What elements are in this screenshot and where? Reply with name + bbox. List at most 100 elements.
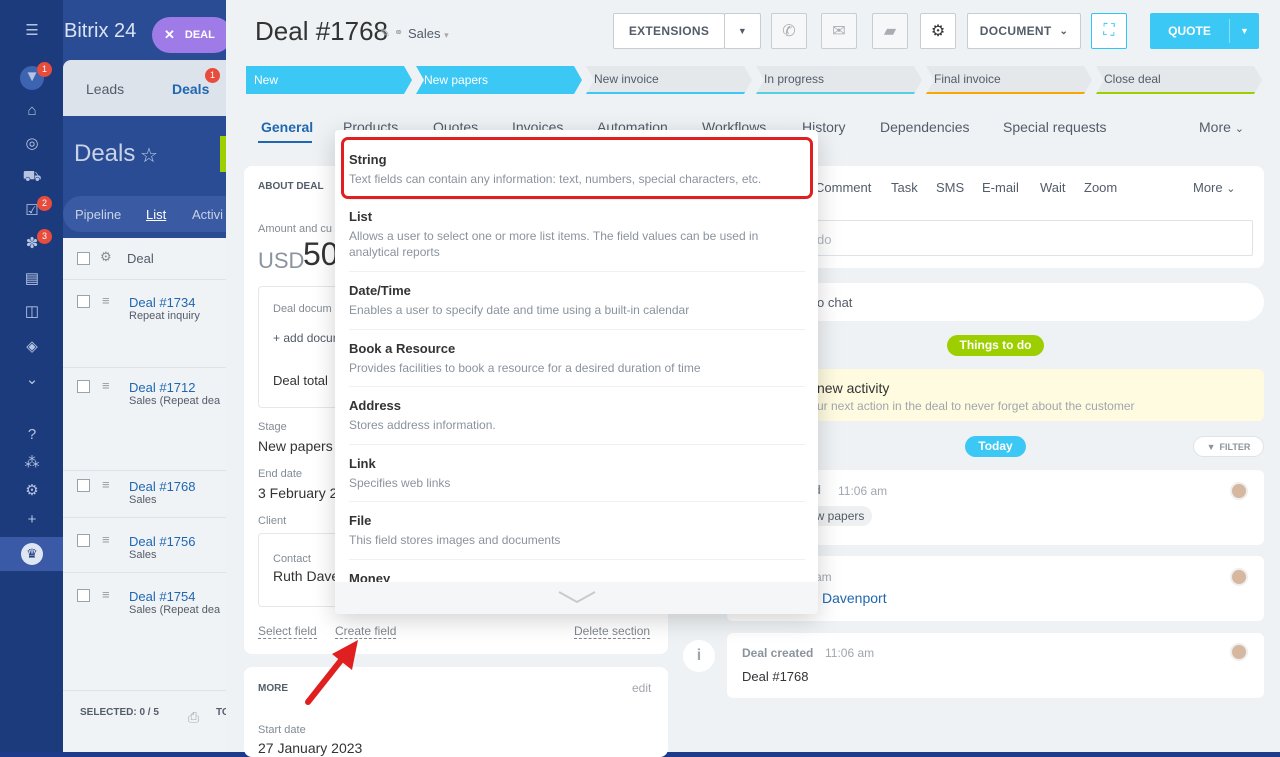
sitemap-icon[interactable]: ⁂ <box>21 452 43 474</box>
robot-icon[interactable]: ◫ <box>21 301 43 323</box>
contact-link[interactable]: Davenport <box>822 590 887 606</box>
settings-icon[interactable]: ⚙ <box>21 480 43 502</box>
action-task[interactable]: Task <box>891 180 918 195</box>
mail-icon[interactable]: ✉ <box>821 13 857 49</box>
table-row[interactable]: ≡ Deal #1756 Sales <box>63 527 228 573</box>
row-checkbox[interactable] <box>77 380 90 393</box>
settings-gear-icon[interactable]: ⚙ <box>920 13 956 49</box>
view-pipeline[interactable]: Pipeline <box>75 207 121 222</box>
scroll-down-area[interactable] <box>335 582 818 614</box>
row-checkbox[interactable] <box>77 295 90 308</box>
extensions-button[interactable]: EXTENSIONS <box>613 13 725 49</box>
pipeline-selector[interactable]: Sales ▾ <box>408 26 449 41</box>
crown-row[interactable]: ♛ <box>0 537 63 571</box>
field-type-file[interactable]: File This field stores images and docume… <box>349 513 805 548</box>
deal-link[interactable]: Deal #1734 <box>129 295 196 310</box>
drag-handle-icon[interactable]: ≡ <box>102 587 110 602</box>
deal-link[interactable]: Deal #1712 <box>129 380 196 395</box>
field-type-desc: This field stores images and documents <box>349 533 561 547</box>
table-row[interactable]: ≡ Deal #1712 Sales (Repeat dea <box>63 373 228 471</box>
stage-in-progress[interactable]: In progress <box>756 66 922 94</box>
target-icon[interactable]: ◎ <box>21 133 43 155</box>
row-checkbox[interactable] <box>77 479 90 492</box>
bank-icon[interactable]: ⌂ <box>21 100 43 122</box>
stage-new-papers[interactable]: New papers <box>416 66 582 94</box>
select-all-checkbox[interactable] <box>77 252 90 265</box>
action-zoom[interactable]: Zoom <box>1084 180 1117 195</box>
field-type-link[interactable]: Link Specifies web links <box>349 456 805 491</box>
avatar[interactable] <box>1230 568 1248 586</box>
box-icon[interactable]: ◈ <box>21 336 43 358</box>
cart-icon[interactable]: ⛟ <box>21 166 43 188</box>
stage-value[interactable]: New papers <box>258 438 333 454</box>
stage-new-invoice[interactable]: New invoice <box>586 66 752 94</box>
action-sms[interactable]: SMS <box>936 180 964 195</box>
tab-dependencies[interactable]: Dependencies <box>880 119 970 135</box>
notification-badge: 2 <box>37 196 52 211</box>
gear-icon[interactable]: ⚙ <box>100 249 112 265</box>
quote-button[interactable]: QUOTE ▼ <box>1150 13 1259 49</box>
table-row[interactable]: ≡ Deal #1768 Sales <box>63 472 228 518</box>
timeline-entry[interactable]: Deal created 11:06 am Deal #1768 <box>727 633 1264 698</box>
field-type-address[interactable]: Address Stores address information. <box>349 398 805 433</box>
tab-more[interactable]: More ⌄ <box>1199 119 1244 135</box>
menu-icon[interactable]: ☰ <box>21 20 43 42</box>
tab-deals[interactable]: Deals <box>172 81 209 97</box>
tab-special-requests[interactable]: Special requests <box>1003 119 1107 135</box>
contact-name[interactable]: Ruth Dave <box>273 568 339 584</box>
view-list[interactable]: List <box>146 207 166 222</box>
avatar[interactable] <box>1230 643 1248 661</box>
deal-chip[interactable]: ✕ DEAL <box>152 17 232 53</box>
drag-handle-icon[interactable]: ≡ <box>102 532 110 547</box>
chat-icon[interactable]: ▰ <box>872 13 908 49</box>
deal-link[interactable]: Deal #1768 <box>129 479 196 494</box>
extensions-dropdown-button[interactable]: ▼ <box>724 13 761 49</box>
help-icon[interactable]: ? <box>21 424 43 446</box>
stage-close-deal[interactable]: Close deal <box>1096 66 1262 94</box>
phone-icon[interactable]: ✆ <box>771 13 807 49</box>
action-email[interactable]: E-mail <box>982 180 1019 195</box>
close-icon[interactable]: ✕ <box>164 27 175 43</box>
view-activities[interactable]: Activi <box>192 207 223 222</box>
scan-icon[interactable]: ⛶ <box>1091 13 1127 49</box>
action-more[interactable]: More ⌄ <box>1193 180 1235 195</box>
row-checkbox[interactable] <box>77 534 90 547</box>
chevron-down-circle-icon[interactable]: ⌄ <box>21 369 43 391</box>
divider <box>349 501 805 502</box>
star-icon[interactable]: ☆ <box>140 143 158 168</box>
avatar[interactable] <box>1230 482 1248 500</box>
action-comment[interactable]: Comment <box>815 180 871 195</box>
delete-section-link[interactable]: Delete section <box>574 624 651 639</box>
document-button[interactable]: DOCUMENT ⌄ <box>967 13 1081 49</box>
link-icon[interactable]: ⚭ <box>394 26 403 39</box>
filter-button[interactable]: ▼ FILTER <box>1193 436 1264 457</box>
start-date-value[interactable]: 27 January 2023 <box>258 740 362 756</box>
table-row[interactable]: ≡ Deal #1734 Repeat inquiry <box>63 288 228 368</box>
plus-icon[interactable]: + <box>21 509 43 531</box>
deal-link[interactable]: Deal #1754 <box>129 589 196 604</box>
printer-icon[interactable]: ⎙ <box>188 709 199 726</box>
add-document-link[interactable]: + add docum <box>273 331 343 345</box>
end-date-value[interactable]: 3 February 2 <box>258 485 337 501</box>
caret-down-icon[interactable]: ▼ <box>1230 26 1259 36</box>
stage-new[interactable]: New <box>246 66 412 94</box>
tab-leads[interactable]: Leads <box>86 81 124 97</box>
pencil-icon[interactable]: ✎ <box>380 26 390 40</box>
drag-handle-icon[interactable]: ≡ <box>102 477 110 492</box>
contact-card-icon[interactable]: ▤ <box>21 268 43 290</box>
deal-link[interactable]: Deal #1756 <box>129 534 196 549</box>
field-type-book-resource[interactable]: Book a Resource Provides facilities to b… <box>349 341 805 376</box>
field-type-datetime[interactable]: Date/Time Enables a user to specify date… <box>349 283 805 318</box>
edit-link[interactable]: edit <box>632 681 651 695</box>
chevron-down-icon: ⌄ <box>1059 25 1069 37</box>
drag-handle-icon[interactable]: ≡ <box>102 293 110 308</box>
stage-final-invoice[interactable]: Final invoice <box>926 66 1092 94</box>
table-row[interactable]: ≡ Deal #1754 Sales (Repeat dea <box>63 582 228 628</box>
tab-general[interactable]: General <box>261 119 313 135</box>
action-wait[interactable]: Wait <box>1040 180 1066 195</box>
row-checkbox[interactable] <box>77 589 90 602</box>
field-type-list[interactable]: List Allows a user to select one or more… <box>349 209 805 260</box>
deal-pipeline: Sales (Repeat dea <box>129 604 221 616</box>
drag-handle-icon[interactable]: ≡ <box>102 378 110 393</box>
divider <box>349 559 805 560</box>
